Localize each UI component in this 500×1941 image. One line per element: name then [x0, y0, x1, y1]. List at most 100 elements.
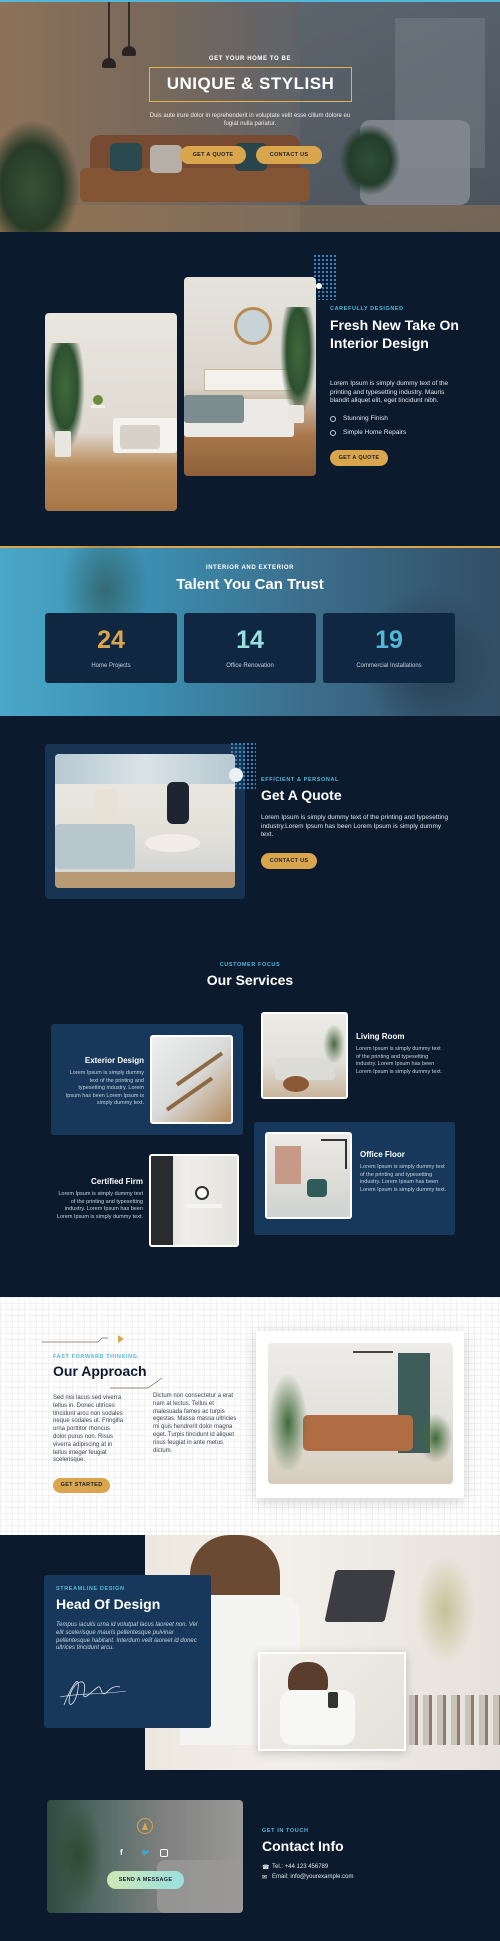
artwork	[275, 1146, 301, 1184]
plant	[415, 1555, 475, 1665]
service-text: Lorem Ipsum is simply dummy text of the …	[356, 1046, 443, 1075]
stair-rail	[165, 1076, 214, 1112]
floor	[55, 872, 235, 888]
fresh-title: Fresh New Take On Interior Design	[330, 317, 459, 351]
plant	[418, 1413, 453, 1463]
sofa	[303, 1415, 413, 1451]
sofa	[55, 824, 135, 869]
contact-us-button[interactable]: CONTACT US	[261, 853, 317, 869]
approach-title: Our Approach	[53, 1363, 147, 1379]
living-room-photo	[268, 1343, 453, 1484]
rug	[395, 1695, 500, 1745]
pendant-lamp	[353, 1343, 393, 1353]
stat-card: 24 Home Projects	[45, 613, 177, 683]
person	[95, 789, 117, 824]
living-room-photo	[261, 1012, 348, 1099]
hero-subtitle: Duis aute irure dolor in reprehenderit i…	[149, 113, 351, 127]
feature-item: Stunning Finish	[343, 415, 388, 422]
person	[167, 782, 189, 824]
accent-dot	[316, 283, 322, 289]
facebook-icon[interactable]: f	[120, 1848, 123, 1857]
stat-card: 19 Commercial Installations	[323, 613, 455, 683]
clock-photo	[149, 1154, 239, 1247]
stair-rail	[175, 1051, 224, 1087]
blanket	[184, 395, 244, 423]
email-icon: ✉	[262, 1875, 268, 1881]
clock-icon	[195, 1186, 209, 1200]
hod-kicker: STREAMLINE DESIGN	[56, 1586, 125, 1592]
talent-kicker: INTERIOR AND EXTERIOR	[205, 565, 295, 571]
stat-card: 14 Office Renovation	[184, 613, 316, 683]
talent-title: Talent You Can Trust	[176, 576, 324, 593]
hair	[288, 1662, 328, 1692]
fresh-text: Lorem Ipsum is simply dummy text of the …	[330, 380, 449, 404]
phone-photo	[258, 1652, 406, 1751]
bed-headboard	[151, 1156, 173, 1245]
contact-us-button[interactable]: CONTACT US	[256, 146, 322, 164]
instagram-icon[interactable]	[160, 1849, 168, 1857]
stat-value: 14	[236, 626, 264, 654]
plant-pot	[55, 431, 71, 457]
plant	[323, 1024, 345, 1064]
stat-label: Commercial Installations	[356, 663, 422, 669]
stairs-photo	[150, 1035, 233, 1124]
get-a-quote-button[interactable]: GET A QUOTE	[330, 450, 388, 466]
top-accent-line	[0, 0, 500, 2]
check-icon	[330, 430, 336, 436]
side-table	[91, 405, 105, 408]
service-title: Exterior Design	[84, 1056, 144, 1065]
office-photo	[265, 1132, 352, 1219]
service-title: Certified Firm	[90, 1177, 143, 1186]
contact-phone: Tel.: +44 123 456789	[272, 1864, 329, 1870]
signature-icon	[59, 1681, 127, 1706]
stat-value: 24	[97, 626, 125, 654]
bedroom-mirror-photo	[184, 277, 316, 476]
contact-kicker: GET IN TOUCH	[262, 1828, 309, 1834]
check-icon	[330, 416, 336, 422]
hod-title: Head Of Design	[56, 1596, 161, 1612]
coffee-table	[145, 834, 200, 852]
side-table	[186, 1204, 222, 1208]
plant-pot	[288, 405, 304, 423]
hero-kicker: GET YOUR HOME TO BE	[208, 56, 292, 62]
service-text: Lorem Ipsum is simply dummy text of the …	[360, 1164, 447, 1193]
white-top	[280, 1690, 355, 1745]
plant	[268, 1373, 308, 1473]
services-kicker: CUSTOMER FOCUS	[219, 962, 281, 968]
phone-icon: ☎	[262, 1865, 270, 1871]
small-plant	[93, 395, 103, 405]
quote-title: Get A Quote	[261, 787, 342, 803]
bedroom-photo	[45, 313, 177, 511]
blanket	[120, 425, 160, 449]
stat-value: 19	[375, 626, 403, 654]
service-text: Lorem Ipsum is simply dummy text of the …	[65, 1070, 144, 1106]
stat-label: Office Renovation	[226, 663, 274, 669]
service-title: Office Floor	[360, 1150, 405, 1159]
quote-text: Lorem Ipsum is simply dummy text of the …	[261, 814, 449, 838]
approach-text-col1: Sed nisi lacus sed viverra tellus in. Do…	[53, 1395, 124, 1464]
twitter-icon[interactable]: 🐦	[141, 1849, 150, 1857]
plant	[280, 307, 316, 417]
hod-text: Tempus iaculis urna id volutpat lacus la…	[56, 1622, 198, 1652]
service-text: Lorem Ipsum is simply dummy text of the …	[56, 1191, 143, 1220]
dot-pattern	[313, 254, 337, 300]
stat-label: Home Projects	[91, 663, 131, 669]
contact-title: Contact Info	[262, 1838, 344, 1854]
table	[283, 1076, 309, 1092]
approach-text-col2: Dictum non consectetur a erat nam at lec…	[153, 1393, 237, 1454]
feature-item: Simple Home Repairs	[343, 429, 407, 436]
service-title: Living Room	[356, 1032, 405, 1041]
floor-lamp	[321, 1139, 347, 1169]
chair	[307, 1179, 327, 1197]
round-mirror	[234, 307, 272, 345]
meeting-photo	[55, 754, 235, 888]
get-started-button[interactable]: GET STARTED	[53, 1478, 110, 1493]
hero-title: UNIQUE & STYLISH	[166, 74, 335, 93]
laptop	[324, 1570, 396, 1622]
approach-kicker: FAST FORWARD THINKING	[53, 1354, 138, 1360]
contact-email[interactable]: Email: info@yourexample.com	[272, 1874, 353, 1880]
send-a-message-button[interactable]: SEND A MESSAGE	[107, 1871, 184, 1889]
phone	[328, 1692, 338, 1708]
accent-dot	[229, 768, 243, 782]
get-a-quote-button[interactable]: GET A QUOTE	[180, 146, 246, 164]
